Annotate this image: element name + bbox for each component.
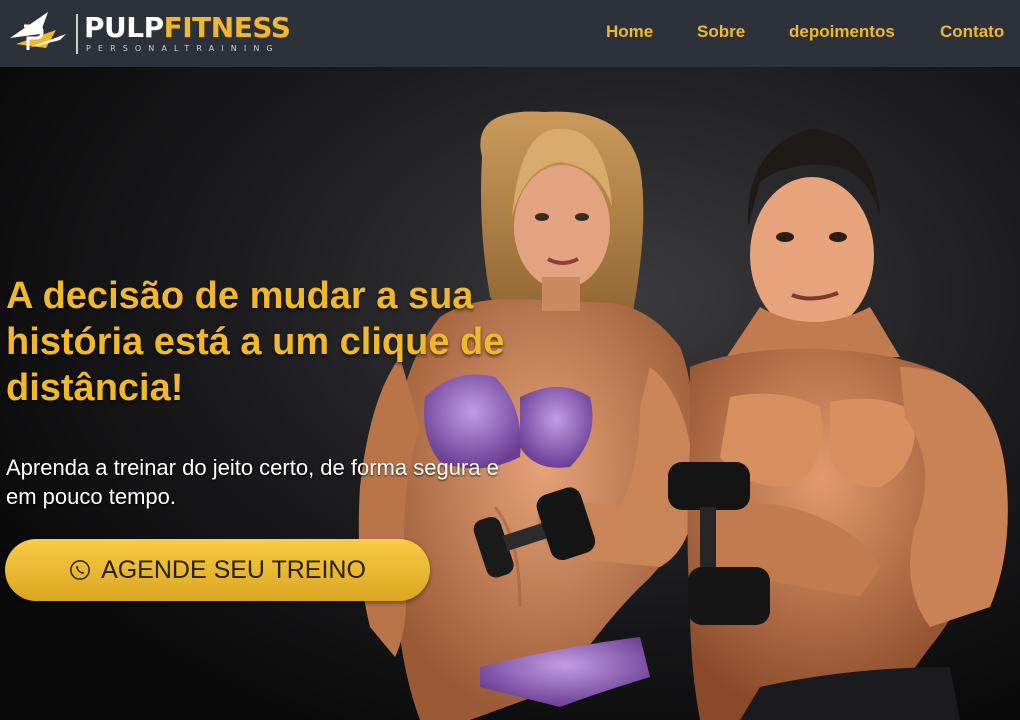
brand-name-part2: FITNESS bbox=[163, 11, 291, 44]
hero-section: A decisão de mudar a sua história está a… bbox=[0, 67, 1020, 720]
logo-divider bbox=[76, 14, 78, 54]
logo[interactable]: PULPFITNESS PERSONALTRAINING bbox=[6, 4, 316, 62]
site-header: PULPFITNESS PERSONALTRAINING Home Sobre … bbox=[0, 0, 1020, 67]
nav-contato[interactable]: Contato bbox=[940, 22, 1004, 42]
schedule-training-button[interactable]: AGENDE SEU TREINO bbox=[5, 539, 430, 601]
nav-home[interactable]: Home bbox=[606, 22, 653, 42]
hero-subtext: Aprenda a treinar do jeito certo, de for… bbox=[6, 455, 499, 509]
hero-headline: A decisão de mudar a sua história está a… bbox=[6, 275, 505, 409]
schedule-training-label: AGENDE SEU TREINO bbox=[101, 555, 366, 584]
nav-depoimentos[interactable]: depoimentos bbox=[789, 22, 895, 42]
brand-name-part1: PULP bbox=[84, 11, 164, 44]
phone-icon bbox=[70, 560, 90, 580]
pf-logo-icon bbox=[10, 12, 66, 50]
brand-tagline: PERSONALTRAINING bbox=[86, 44, 280, 53]
nav-sobre[interactable]: Sobre bbox=[697, 22, 745, 42]
brand-name: PULPFITNESS bbox=[84, 11, 291, 44]
